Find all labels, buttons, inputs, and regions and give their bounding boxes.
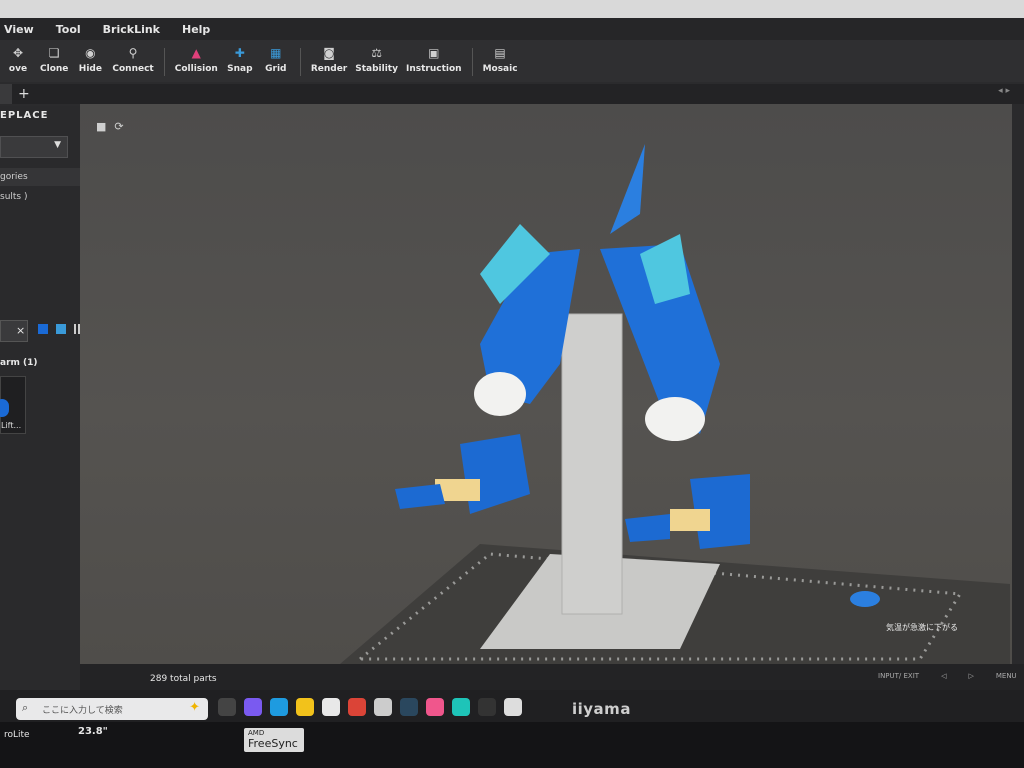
windows-taskbar: ⌕ ここに入力して検索 ✦ (0, 690, 1024, 722)
clone-icon: ❏ (48, 46, 60, 60)
menu-view[interactable]: View (4, 23, 34, 36)
mosaic-icon: ▤ (494, 46, 506, 60)
monitor-buttons: INPUT/ EXIT ◁ ▷ MENU (878, 672, 1017, 680)
menu-bar: View Tool BrickLink Help (0, 18, 1024, 40)
hide-button[interactable]: ◉ Hide (76, 46, 104, 74)
task-view-icon[interactable] (218, 698, 236, 716)
studio-app-icon[interactable] (504, 698, 522, 716)
part-tile[interactable]: Lift... (0, 376, 26, 434)
chrome-icon[interactable] (348, 698, 366, 716)
monitor-sticker: roLite (4, 730, 30, 740)
app-icon[interactable] (374, 698, 392, 716)
model-render (340, 144, 1010, 664)
instruction-button[interactable]: ▣ Instruction (406, 46, 462, 74)
right-panel (1012, 104, 1024, 664)
toolbar-divider (163, 48, 165, 76)
edge-icon[interactable] (270, 698, 288, 716)
toolbar-divider (299, 48, 301, 76)
parts-palette: EPLACE ▼ gories sults ) × arm (1) Lift..… (0, 106, 84, 700)
clone-button[interactable]: ❏ Clone (40, 46, 68, 74)
arm-left (460, 434, 530, 514)
freesync-label: FreeSync (248, 737, 298, 750)
taskbar-search-input[interactable]: ⌕ ここに入力して検索 ✦ (16, 698, 208, 720)
app-icon[interactable] (452, 698, 470, 716)
tab-bar: + ◂ ▸ (0, 84, 1024, 104)
photos-icon[interactable] (426, 698, 444, 716)
connect-button[interactable]: ⚲ Connect (112, 46, 153, 74)
search-placeholder: ここに入力して検索 (42, 706, 123, 716)
instruction-icon: ▣ (428, 46, 440, 60)
3d-viewport[interactable]: ■ ⟳ (80, 104, 1012, 664)
stand-pillar (561, 313, 623, 615)
claw-right (625, 514, 670, 542)
freesync-vendor: AMD (248, 729, 265, 737)
total-parts-count: 289 total parts (150, 674, 217, 684)
snap-button[interactable]: ✚ Snap (226, 46, 254, 74)
steam-icon[interactable] (400, 698, 418, 716)
pinned-apps (218, 698, 522, 716)
collision-button[interactable]: ▲ Collision (175, 46, 218, 74)
studio-window: View Tool BrickLink Help ✥ ove ❏ Clone ◉ Hi… (0, 0, 1024, 700)
part-group-label: arm (1) (0, 358, 38, 368)
toolbar-divider (471, 48, 473, 76)
input-exit-button[interactable]: INPUT/ EXIT (878, 672, 919, 680)
tab-current[interactable] (0, 84, 12, 104)
add-tab-button[interactable]: + (18, 84, 30, 104)
palette-dropdown[interactable]: ▼ (0, 136, 68, 158)
shoulder-pad-right (645, 397, 705, 441)
stability-icon: ⚖ (371, 46, 382, 60)
palette-header: EPLACE (0, 110, 49, 121)
collision-icon: ▲ (191, 46, 201, 60)
claw-left (395, 484, 445, 509)
menu-help[interactable]: Help (182, 23, 210, 36)
search-icon: ⌕ (22, 701, 29, 714)
loose-part (850, 591, 880, 607)
part-tile-label: Lift... (1, 421, 22, 430)
grid-button[interactable]: ▦ Grid (262, 46, 290, 74)
copilot-app-icon[interactable] (244, 698, 262, 716)
mosaic-button[interactable]: ▤ Mosaic (483, 46, 518, 74)
file-explorer-icon[interactable] (296, 698, 314, 716)
store-icon[interactable] (322, 698, 340, 716)
right-button[interactable]: ▷ (968, 672, 973, 680)
clear-search-icon[interactable]: × (16, 324, 25, 337)
toolbar: ✥ ove ❏ Clone ◉ Hide ⚲ Connect ▲ Collision ✚ S… (0, 40, 1024, 82)
stability-button[interactable]: ⚖ Stability (355, 46, 398, 74)
monitor-bezel: iiyama INPUT/ EXIT ◁ ▷ MENU roLite 23.8"… (0, 672, 1024, 768)
move-icon: ✥ (12, 46, 24, 60)
tab-scroll-arrows[interactable]: ◂ ▸ (998, 86, 1010, 96)
left-button[interactable]: ◁ (941, 672, 946, 680)
chevron-down-icon: ▼ (54, 140, 61, 150)
copilot-icon[interactable]: ✦ (189, 700, 200, 715)
categories-header[interactable]: gories (0, 168, 80, 186)
menu-button[interactable]: MENU (996, 672, 1017, 680)
hide-icon: ◉ (85, 46, 96, 60)
color-view-icon[interactable] (38, 324, 48, 334)
render-icon: ◙ (323, 46, 335, 60)
app-icon[interactable] (478, 698, 496, 716)
grid-icon: ▦ (270, 46, 282, 60)
hand-right (670, 509, 710, 531)
snap-icon: ✚ (234, 46, 245, 60)
list-view-icon[interactable] (56, 324, 66, 334)
monitor-size: 23.8" (78, 726, 108, 737)
connect-icon: ⚲ (128, 46, 138, 60)
weather-notification[interactable]: 気温が急激に下がる (886, 622, 958, 633)
view-mode-toggle (38, 324, 84, 334)
move-button[interactable]: ✥ ove (4, 46, 32, 74)
freesync-badge: AMD FreeSync (244, 728, 304, 752)
shoulder-pad-left (474, 372, 526, 416)
wing-fin (610, 144, 645, 234)
monitor-brand: iiyama (572, 700, 631, 718)
menu-bricklink[interactable]: BrickLink (103, 23, 160, 36)
part-thumbnail (0, 399, 9, 417)
render-button[interactable]: ◙ Render (311, 46, 347, 74)
results-label: sults ) (0, 192, 28, 202)
menu-tool[interactable]: Tool (56, 23, 81, 36)
title-strip (0, 0, 1024, 18)
